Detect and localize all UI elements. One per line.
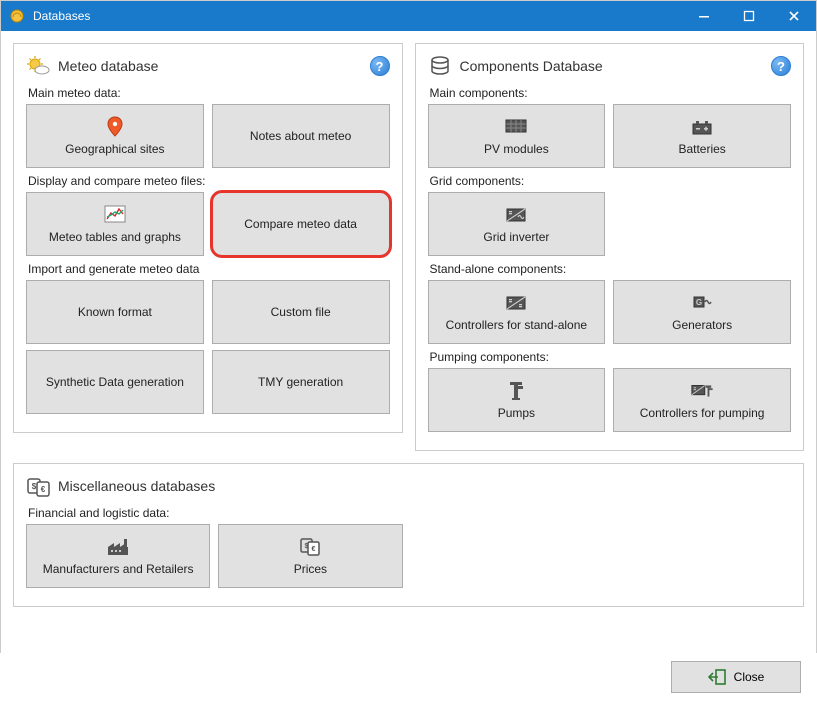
svg-text:$: $ bbox=[32, 482, 37, 491]
grid-inverter-button[interactable]: Grid inverter bbox=[428, 192, 606, 256]
button-label: Custom file bbox=[271, 305, 331, 319]
manufacturers-retailers-button[interactable]: Manufacturers and Retailers bbox=[26, 524, 210, 588]
button-label: Pumps bbox=[498, 406, 535, 420]
section-label-grid-components: Grid components: bbox=[430, 174, 792, 188]
misc-panel-title: Miscellaneous databases bbox=[58, 478, 215, 494]
button-label: Controllers for stand-alone bbox=[446, 318, 587, 332]
window-close-button[interactable] bbox=[771, 1, 816, 31]
components-panel: Components Database ? Main components: bbox=[415, 43, 805, 451]
misc-panel: $ € Miscellaneous databases Financial an… bbox=[13, 463, 804, 607]
notes-about-meteo-button[interactable]: Notes about meteo bbox=[212, 104, 390, 168]
section-label-standalone: Stand-alone components: bbox=[430, 262, 792, 276]
svg-text:€: € bbox=[41, 485, 46, 494]
chart-icon bbox=[103, 204, 127, 226]
section-label-main-components: Main components: bbox=[430, 86, 792, 100]
button-label: Known format bbox=[78, 305, 152, 319]
meteo-tables-graphs-button[interactable]: Meteo tables and graphs bbox=[26, 192, 204, 256]
battery-icon bbox=[690, 116, 714, 138]
button-label: Notes about meteo bbox=[250, 129, 351, 143]
generator-icon: G bbox=[690, 292, 714, 314]
compare-meteo-data-button[interactable]: Compare meteo data bbox=[212, 192, 390, 256]
pump-controller-icon bbox=[690, 380, 714, 402]
help-icon[interactable]: ? bbox=[370, 56, 390, 76]
help-icon[interactable]: ? bbox=[771, 56, 791, 76]
pumps-button[interactable]: Pumps bbox=[428, 368, 606, 432]
button-label: Synthetic Data generation bbox=[46, 375, 184, 389]
section-label-pumping: Pumping components: bbox=[430, 350, 792, 364]
window-title: Databases bbox=[33, 9, 90, 23]
database-icon bbox=[428, 54, 452, 78]
bottom-bar: Close bbox=[0, 653, 817, 701]
button-label: PV modules bbox=[484, 142, 549, 156]
svg-text:G: G bbox=[696, 298, 702, 307]
sun-cloud-icon bbox=[26, 54, 50, 78]
factory-icon bbox=[106, 536, 130, 558]
pv-modules-button[interactable]: PV modules bbox=[428, 104, 606, 168]
controllers-standalone-button[interactable]: Controllers for stand-alone bbox=[428, 280, 606, 344]
meteo-panel: Meteo database ? Main meteo data: Geogr bbox=[13, 43, 403, 433]
titlebar: Databases bbox=[1, 1, 816, 31]
map-pin-icon bbox=[103, 116, 127, 138]
components-panel-title: Components Database bbox=[460, 58, 603, 74]
button-label: Geographical sites bbox=[65, 142, 164, 156]
content-area: Meteo database ? Main meteo data: Geogr bbox=[1, 31, 816, 613]
generators-button[interactable]: G Generators bbox=[613, 280, 791, 344]
app-icon bbox=[9, 8, 25, 24]
minimize-button[interactable] bbox=[681, 1, 726, 31]
button-label: Manufacturers and Retailers bbox=[43, 562, 194, 576]
exit-icon bbox=[708, 669, 726, 685]
section-label-display-meteo: Display and compare meteo files: bbox=[28, 174, 390, 188]
known-format-button[interactable]: Known format bbox=[26, 280, 204, 344]
close-button[interactable]: Close bbox=[671, 661, 801, 693]
button-label: Controllers for pumping bbox=[640, 406, 765, 420]
maximize-button[interactable] bbox=[726, 1, 771, 31]
tmy-generation-button[interactable]: TMY generation bbox=[212, 350, 390, 414]
button-label: Batteries bbox=[678, 142, 725, 156]
controllers-pumping-button[interactable]: Controllers for pumping bbox=[613, 368, 791, 432]
section-label-main-meteo: Main meteo data: bbox=[28, 86, 390, 100]
prices-button[interactable]: $ € Prices bbox=[218, 524, 402, 588]
meteo-panel-title: Meteo database bbox=[58, 58, 158, 74]
controller-icon bbox=[504, 292, 528, 314]
synthetic-data-button[interactable]: Synthetic Data generation bbox=[26, 350, 204, 414]
money-db-icon: $ € bbox=[26, 474, 50, 498]
svg-text:€: € bbox=[312, 546, 316, 553]
geographical-sites-button[interactable]: Geographical sites bbox=[26, 104, 204, 168]
button-label: Grid inverter bbox=[483, 230, 549, 244]
inverter-icon bbox=[504, 204, 528, 226]
pump-icon bbox=[504, 380, 528, 402]
batteries-button[interactable]: Batteries bbox=[613, 104, 791, 168]
button-label: Generators bbox=[672, 318, 732, 332]
custom-file-button[interactable]: Custom file bbox=[212, 280, 390, 344]
section-label-import-meteo: Import and generate meteo data bbox=[28, 262, 390, 276]
button-label: Prices bbox=[294, 562, 327, 576]
button-label: Compare meteo data bbox=[244, 217, 357, 231]
close-button-label: Close bbox=[734, 670, 765, 684]
price-tag-icon: $ € bbox=[298, 536, 322, 558]
solar-panel-icon bbox=[504, 116, 528, 138]
section-label-financial: Financial and logistic data: bbox=[28, 506, 791, 520]
button-label: Meteo tables and graphs bbox=[49, 230, 181, 244]
button-label: TMY generation bbox=[258, 375, 343, 389]
